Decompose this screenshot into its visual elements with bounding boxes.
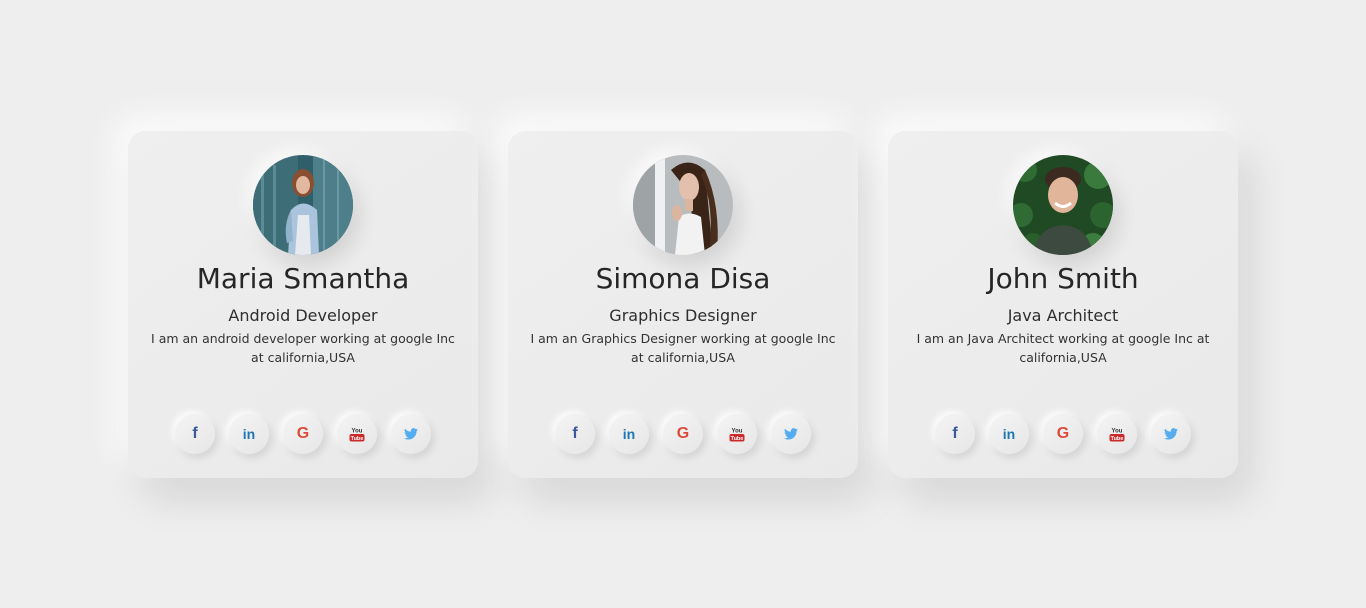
profile-role: Android Developer [228,306,378,325]
linkedin-icon: in [242,426,256,442]
social-links: f in G You Tube [128,414,478,454]
svg-text:You: You [1112,429,1123,435]
google-icon: G [296,425,310,442]
twitter-icon [404,428,418,440]
linkedin-button[interactable]: in [229,414,269,454]
profile-name: John Smith [987,262,1139,295]
avatar [253,155,353,255]
svg-text:Tube: Tube [731,436,744,442]
linkedin-button[interactable]: in [989,414,1029,454]
twitter-icon [1164,428,1178,440]
avatar [1013,155,1113,255]
facebook-icon: f [952,425,958,442]
svg-text:You: You [732,429,743,435]
avatar [633,155,733,255]
google-button[interactable]: G [663,414,703,454]
youtube-icon: You Tube [1109,429,1125,442]
linkedin-icon: in [1002,426,1016,442]
facebook-icon: f [572,425,578,442]
twitter-icon [784,428,798,440]
twitter-button[interactable] [771,414,811,454]
twitter-button[interactable] [1151,414,1191,454]
linkedin-button[interactable]: in [609,414,649,454]
profile-name: Simona Disa [595,262,771,295]
linkedin-icon: in [622,426,636,442]
youtube-button[interactable]: You Tube [337,414,377,454]
social-links: f in G You Tube [508,414,858,454]
profile-card-maria: Maria Smantha Android Developer I am an … [128,131,478,478]
google-button[interactable]: G [283,414,323,454]
youtube-button[interactable]: You Tube [717,414,757,454]
svg-text:Tube: Tube [351,436,364,442]
facebook-button[interactable]: f [935,414,975,454]
profile-cards: Maria Smantha Android Developer I am an … [128,131,1238,478]
youtube-icon: You Tube [349,429,365,442]
facebook-button[interactable]: f [175,414,215,454]
profile-role: Graphics Designer [609,306,757,325]
profile-name: Maria Smantha [196,262,410,295]
facebook-icon: f [192,425,198,442]
google-icon: G [1056,425,1070,442]
google-button[interactable]: G [1043,414,1083,454]
google-icon: G [676,425,690,442]
facebook-button[interactable]: f [555,414,595,454]
profile-card-simona: Simona Disa Graphics Designer I am an Gr… [508,131,858,478]
youtube-icon: You Tube [729,429,745,442]
twitter-button[interactable] [391,414,431,454]
social-links: f in G You Tube [888,414,1238,454]
svg-text:You: You [352,429,363,435]
profile-description: I am an Graphics Designer working at goo… [530,331,836,365]
profile-description: I am an android developer working at goo… [151,331,455,365]
svg-text:Tube: Tube [1111,436,1124,442]
profile-description: I am an Java Architect working at google… [916,331,1210,365]
youtube-button[interactable]: You Tube [1097,414,1137,454]
profile-role: Java Architect [1007,306,1119,325]
profile-card-john: John Smith Java Architect I am an Java A… [888,131,1238,478]
